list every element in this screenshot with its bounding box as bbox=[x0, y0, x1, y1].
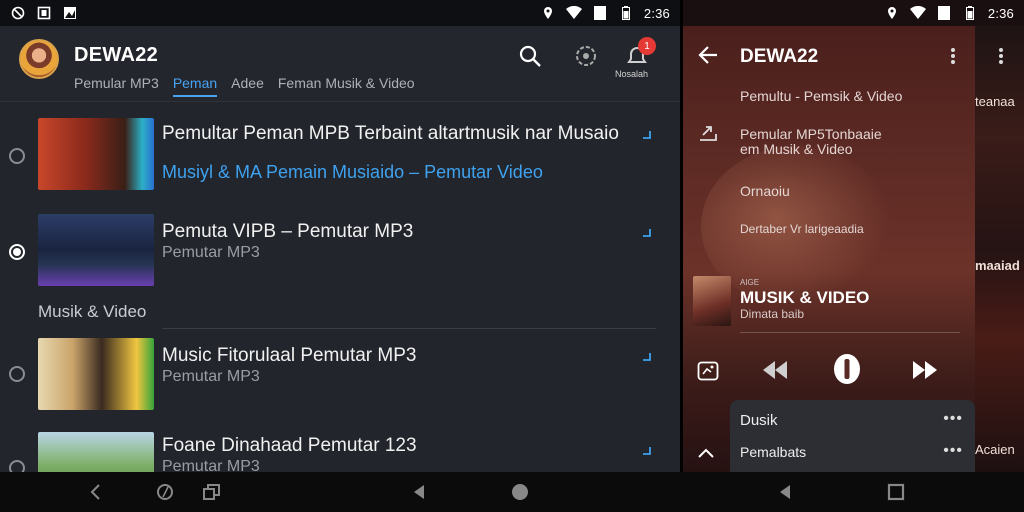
strip-text: teanaa bbox=[975, 94, 1015, 109]
player-subtitle: Pemultu - Pemsik & Video bbox=[740, 88, 903, 104]
previous-icon[interactable] bbox=[761, 359, 789, 381]
app-title: DEWA22 bbox=[74, 44, 159, 66]
tab-bar: Pemular MP3 Peman Adee Feman Musik & Vid… bbox=[74, 75, 429, 97]
tab-peman[interactable]: Peman bbox=[172, 75, 218, 97]
item-subtitle: Pemutar MP3 bbox=[162, 458, 260, 472]
back-nav-icon[interactable] bbox=[776, 482, 796, 502]
wifi-icon bbox=[565, 5, 582, 21]
next-screen-strip: teanaa maaiad Acaien bbox=[975, 26, 1024, 472]
tab-pemular-mp3[interactable]: Pemular MP3 bbox=[74, 75, 159, 91]
list-item[interactable]: Pemuta VIPB – Pemutar MP3 Pemutar MP3 bbox=[0, 214, 680, 290]
avatar[interactable] bbox=[19, 39, 59, 79]
queue-item-label[interactable]: Pemalbats bbox=[740, 444, 806, 460]
back-nav-icon[interactable] bbox=[86, 482, 106, 502]
now-playing-label: AIGE bbox=[740, 278, 760, 287]
recents-nav-icon[interactable] bbox=[202, 482, 222, 502]
app-header: DEWA22 Pemular MP3 Peman Adee Feman Musi… bbox=[0, 26, 680, 102]
item-title: Music Fitorulaal Pemutar MP3 bbox=[162, 345, 417, 366]
list-item[interactable]: Music Fitorulaal Pemutar MP3 Pemutar MP3 bbox=[0, 338, 680, 414]
signal-icon bbox=[592, 5, 608, 21]
select-radio[interactable] bbox=[9, 366, 25, 382]
status-bar-right: 2:36 bbox=[683, 0, 1024, 26]
player-info-line: Dertaber Vr larigeaadia bbox=[740, 222, 864, 236]
item-subtitle: Musiyl & MA Pemain Musiaido – Pemutar Vi… bbox=[162, 162, 543, 182]
player-info-line: Ornaoiu bbox=[740, 183, 790, 199]
now-playing-artist: Dimata baib bbox=[740, 307, 805, 321]
queue-sheet: Dusik ••• Pemalbats ••• bbox=[730, 400, 975, 472]
battery-icon bbox=[618, 5, 634, 21]
queue-item-label[interactable]: Dusik bbox=[740, 412, 778, 429]
item-thumbnail bbox=[38, 118, 154, 190]
strip-text: maaiad bbox=[975, 258, 1020, 273]
select-radio[interactable] bbox=[9, 244, 25, 260]
chevron-icon[interactable] bbox=[640, 444, 654, 458]
next-icon[interactable] bbox=[911, 359, 939, 381]
wifi-icon bbox=[909, 5, 926, 21]
picture-in-picture-icon[interactable] bbox=[697, 361, 719, 381]
select-radio[interactable] bbox=[9, 148, 25, 164]
divider bbox=[740, 332, 960, 333]
settings-icon[interactable] bbox=[574, 44, 598, 68]
item-thumbnail bbox=[38, 338, 154, 410]
chevron-up-icon[interactable] bbox=[697, 446, 715, 458]
home-nav-icon[interactable] bbox=[155, 482, 175, 502]
notification-caption: Nosalah bbox=[615, 69, 649, 79]
play-pause-button[interactable] bbox=[832, 353, 862, 385]
divider bbox=[162, 328, 656, 329]
more-vert-icon[interactable] bbox=[949, 46, 957, 66]
player-info-line: em Musik & Video bbox=[740, 141, 853, 157]
player-title: DEWA22 bbox=[740, 46, 819, 67]
notification-badge: 1 bbox=[638, 37, 656, 55]
home-nav-icon[interactable] bbox=[510, 482, 530, 502]
battery-icon bbox=[962, 5, 978, 21]
share-icon[interactable] bbox=[697, 122, 719, 142]
search-icon[interactable] bbox=[518, 44, 542, 68]
player-info-line: Pemular MP5Tonbaaie bbox=[740, 126, 882, 142]
blocked-icon bbox=[10, 5, 26, 21]
queue-item-more-button[interactable]: ••• bbox=[943, 410, 963, 428]
queue-item-more-button[interactable]: ••• bbox=[943, 442, 963, 460]
now-playing-title: MUSIK & VIDEO bbox=[740, 288, 870, 307]
tab-feman-musik-video[interactable]: Feman Musik & Video bbox=[278, 75, 415, 91]
location-icon bbox=[540, 5, 556, 21]
more-vert-icon[interactable] bbox=[997, 46, 1005, 66]
navigation-bar bbox=[0, 472, 1024, 512]
section-label: Musik & Video bbox=[38, 302, 147, 321]
strip-text: Acaien bbox=[975, 442, 1015, 457]
chevron-icon[interactable] bbox=[640, 350, 654, 364]
item-title: Foane Dinahaad Pemutar 123 bbox=[162, 435, 417, 456]
status-bar-left: 2:36 bbox=[0, 0, 680, 26]
back-arrow-icon[interactable] bbox=[697, 44, 719, 66]
list-item[interactable]: Foane Dinahaad Pemutar 123 Pemutar MP3 bbox=[0, 432, 680, 472]
list-item[interactable]: Pemultar Peman MPB Terbaint altartmusik … bbox=[0, 116, 680, 192]
item-subtitle: Pemutar MP3 bbox=[162, 368, 260, 385]
recents-nav-icon[interactable] bbox=[886, 482, 906, 502]
library-panel: DEWA22 Pemular MP3 Peman Adee Feman Musi… bbox=[0, 26, 680, 472]
tab-adee[interactable]: Adee bbox=[231, 75, 264, 91]
back-nav-icon[interactable] bbox=[410, 482, 430, 502]
item-thumbnail bbox=[38, 214, 154, 286]
chevron-icon[interactable] bbox=[640, 226, 654, 240]
chevron-icon[interactable] bbox=[640, 128, 654, 142]
image-icon bbox=[62, 5, 78, 21]
item-title: Pemuta VIPB – Pemutar MP3 bbox=[162, 221, 414, 242]
status-time-left: 2:36 bbox=[643, 5, 670, 21]
select-radio[interactable] bbox=[9, 460, 25, 472]
square-app-icon bbox=[36, 5, 52, 21]
item-title: Pemultar Peman MPB Terbaint altartmusik … bbox=[162, 123, 619, 144]
item-subtitle: Pemutar MP3 bbox=[162, 244, 260, 261]
item-thumbnail bbox=[38, 432, 154, 472]
now-playing-panel: DEWA22 Pemultu - Pemsik & Video Pemular … bbox=[683, 26, 975, 472]
location-icon bbox=[884, 5, 900, 21]
signal-icon bbox=[936, 5, 952, 21]
status-time-right: 2:36 bbox=[987, 5, 1014, 21]
now-playing-thumbnail[interactable] bbox=[693, 276, 731, 326]
